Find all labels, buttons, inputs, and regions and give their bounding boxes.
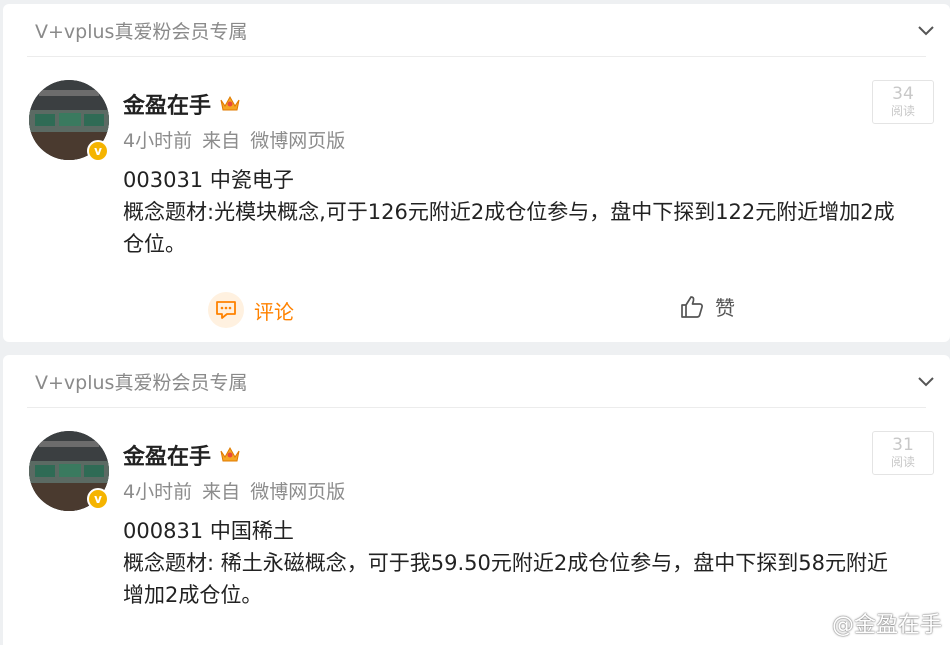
crown-icon	[220, 446, 240, 462]
read-count-box: 34 阅读	[872, 80, 934, 124]
post-text-line: 概念题材:光模块概念,可于126元附近2成仓位参与，盘中下探到122元附近增加2…	[123, 200, 895, 224]
author-name[interactable]: 金盈在手	[123, 439, 211, 471]
post-text: 000831 中国稀土 概念题材: 稀土永磁概念，可于我59.50元附近2成仓位…	[123, 515, 943, 611]
read-label: 阅读	[890, 455, 915, 469]
post-meta: 4小时前 来自 微博网页版	[123, 126, 349, 153]
divider	[27, 407, 926, 408]
source-prefix: 来自	[202, 481, 241, 503]
post-text-line: 概念题材: 稀土永磁概念，可于我59.50元附近2成仓位参与，盘中下探到58元附…	[123, 551, 888, 575]
feed: V+vplus真爱粉会员专属 v 金盈在手 4小时前 来自 微博网页版 34 阅…	[0, 0, 950, 645]
card-header: V+vplus真爱粉会员专属	[3, 355, 950, 407]
read-count-box: 31 阅读	[872, 431, 934, 475]
chevron-down-icon[interactable]	[916, 20, 936, 40]
verified-badge-icon: v	[87, 140, 109, 162]
weibo-logo-icon	[798, 614, 826, 634]
post-card: V+vplus真爱粉会员专属 v 金盈在手 4小时前 来	[3, 4, 950, 342]
read-count: 34	[892, 84, 914, 104]
crown-icon	[220, 95, 240, 111]
post-card: V+vplus真爱粉会员专属 v 金盈在手 4小时前 来	[3, 355, 950, 645]
read-label: 阅读	[890, 104, 915, 118]
post-source: 微博网页版	[250, 130, 346, 152]
chevron-down-icon[interactable]	[916, 371, 936, 391]
comment-label: 评论	[254, 299, 294, 324]
author-name[interactable]: 金盈在手	[123, 88, 211, 120]
watermark: @金盈在手	[798, 607, 942, 639]
like-label: 赞	[715, 296, 735, 320]
verified-badge-icon: v	[87, 488, 109, 510]
like-button[interactable]: 赞	[679, 292, 735, 321]
post-text: 003031 中瓷电子 概念题材:光模块概念,可于126元附近2成仓位参与，盘中…	[123, 164, 943, 260]
group-label: V+vplus真爱粉会员专属	[35, 20, 248, 43]
read-count: 31	[892, 435, 914, 455]
post-time[interactable]: 4小时前	[123, 130, 192, 152]
group-label: V+vplus真爱粉会员专属	[35, 371, 248, 394]
post-text-line: 003031 中瓷电子	[123, 168, 294, 192]
post-source: 微博网页版	[250, 481, 346, 503]
divider	[27, 56, 926, 57]
action-bar: 评论 赞	[3, 292, 950, 332]
card-header: V+vplus真爱粉会员专属	[3, 4, 950, 56]
comment-button[interactable]: 评论	[208, 292, 294, 328]
watermark-text: @金盈在手	[831, 613, 942, 638]
source-prefix: 来自	[202, 130, 241, 152]
comment-icon	[208, 292, 244, 328]
post-text-line: 仓位。	[123, 232, 186, 256]
post-time[interactable]: 4小时前	[123, 481, 192, 503]
thumbs-up-icon	[681, 295, 703, 318]
post-text-line: 000831 中国稀土	[123, 519, 294, 543]
post-meta: 4小时前 来自 微博网页版	[123, 477, 349, 504]
